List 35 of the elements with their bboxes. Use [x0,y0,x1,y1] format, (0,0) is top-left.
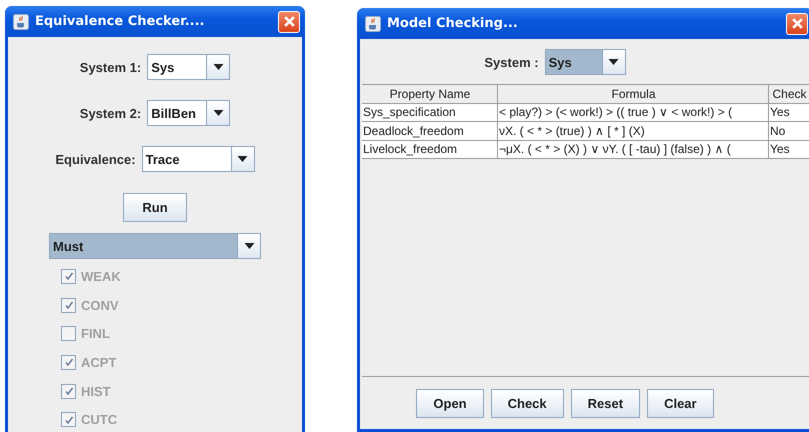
window-title: Model Checking... [387,16,519,31]
field-label: Equivalence: [55,152,136,166]
action-button[interactable]: Check [490,389,564,418]
cup-icon [13,14,29,30]
caret-icon [244,243,254,249]
table-cell: Livelock_freedom [362,140,498,159]
close-icon [790,17,804,30]
check-icon [64,300,74,310]
dropdown[interactable]: Trace [142,146,255,172]
table-cell: ¬μX. ( < * > (X) ) ∨ νY. ( [ -tau) ] (false) ) ∧ ( [498,140,769,159]
check-icon [64,386,74,396]
mode-dropdown[interactable]: Must [49,233,261,259]
field-label: System 2: [80,106,142,120]
close-button[interactable] [278,10,300,32]
check-icon [64,271,74,282]
check-icon [64,414,74,425]
cup-icon [365,16,381,32]
close-button[interactable] [786,12,808,34]
caret-icon [608,59,620,65]
action-button[interactable]: Open [416,389,484,418]
action-button[interactable]: Reset [570,389,640,418]
dropdown[interactable]: Sys [147,54,230,80]
caret-icon [212,110,224,116]
window-title: Equivalence Checker.... [35,14,206,29]
field-label: System 1: [80,60,142,74]
check-icon [64,357,74,368]
table-cell: Yes [769,140,809,159]
action-button[interactable]: Clear [647,389,714,418]
system-dropdown[interactable]: Sys [544,49,626,75]
caret-icon [212,64,224,70]
run-button[interactable]: Run [123,193,187,222]
dropdown[interactable]: BillBen [147,100,230,126]
close-icon [282,15,296,28]
caret-icon [237,156,248,162]
system-label: System : [484,54,539,70]
